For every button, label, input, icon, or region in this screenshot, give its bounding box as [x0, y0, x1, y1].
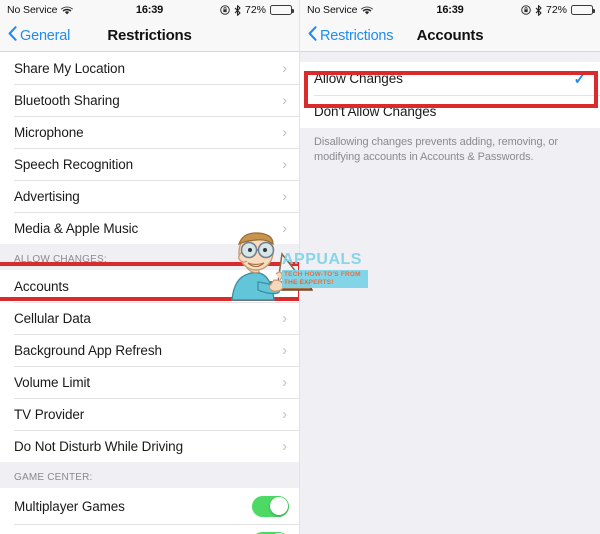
group-allow-changes: Accounts › Cellular Data › Background Ap… [0, 270, 299, 462]
battery-percent-label: 72% [545, 4, 567, 16]
battery-icon [571, 5, 595, 15]
battery-icon [270, 5, 294, 15]
status-right-group: 72% [521, 4, 595, 16]
page-title-restrictions: Restrictions [107, 27, 192, 44]
footnote-description: Disallowing changes prevents adding, rem… [300, 128, 600, 165]
row-media-apple-music[interactable]: Media & Apple Music › [0, 212, 299, 244]
chevron-right-icon: › [282, 309, 287, 327]
group-account-change-options: Allow Changes ✓ Don't Allow Changes [300, 62, 600, 128]
row-label: Speech Recognition [14, 156, 134, 172]
row-advertising[interactable]: Advertising › [0, 180, 299, 212]
list-top-spacer [300, 52, 600, 62]
checkmark-icon: ✓ [573, 70, 587, 88]
settings-list-left[interactable]: Share My Location › Bluetooth Sharing › … [0, 52, 299, 534]
chevron-right-icon: › [282, 59, 287, 77]
row-accounts[interactable]: Accounts › [0, 270, 299, 302]
bluetooth-icon [234, 4, 241, 16]
row-background-app-refresh[interactable]: Background App Refresh › [0, 334, 299, 366]
row-partial-next[interactable] [0, 524, 299, 534]
status-right-group: 72% [220, 4, 294, 16]
right-phone-screen: No Service 16:39 72% Restrictions Accoun… [300, 0, 600, 534]
row-multiplayer-games[interactable]: Multiplayer Games [0, 488, 299, 524]
row-label: Cellular Data [14, 310, 91, 326]
row-speech-recognition[interactable]: Speech Recognition › [0, 148, 299, 180]
row-label: Accounts [14, 278, 69, 294]
option-dont-allow-changes[interactable]: Don't Allow Changes [300, 95, 600, 128]
row-label: Volume Limit [14, 374, 91, 390]
toggle-knob [269, 497, 288, 515]
chevron-right-icon: › [282, 405, 287, 423]
chevron-right-icon: › [282, 373, 287, 391]
section-header-game-center: GAME CENTER: [0, 462, 299, 488]
page-title-accounts: Accounts [416, 27, 484, 44]
chevron-right-icon: › [282, 123, 287, 141]
rotation-lock-icon [521, 5, 531, 15]
row-cellular-data[interactable]: Cellular Data › [0, 302, 299, 334]
row-tv-provider[interactable]: TV Provider › [0, 398, 299, 430]
section-header-allow-changes: ALLOW CHANGES: [0, 244, 299, 270]
chevron-right-icon: › [282, 91, 287, 109]
left-phone-screen: No Service 16:39 72% General Restriction… [0, 0, 300, 534]
row-label: Bluetooth Sharing [14, 92, 120, 108]
row-label: Background App Refresh [14, 342, 162, 358]
battery-percent-label: 72% [244, 4, 266, 16]
chevron-right-icon: › [282, 155, 287, 173]
option-label: Allow Changes [314, 71, 403, 86]
settings-list-right[interactable]: Allow Changes ✓ Don't Allow Changes Disa… [300, 52, 600, 534]
row-label: Media & Apple Music [14, 220, 139, 236]
row-label: Share My Location [14, 60, 125, 76]
rotation-lock-icon [220, 5, 230, 15]
row-label: TV Provider [14, 406, 85, 422]
option-label: Don't Allow Changes [314, 104, 437, 119]
option-allow-changes[interactable]: Allow Changes ✓ [300, 62, 600, 95]
row-do-not-disturb-while-driving[interactable]: Do Not Disturb While Driving › [0, 430, 299, 462]
chevron-right-icon: › [282, 219, 287, 237]
status-bar-left: No Service 16:39 72% [0, 0, 299, 20]
nav-bar-left: General Restrictions [0, 20, 299, 52]
row-share-my-location[interactable]: Share My Location › [0, 52, 299, 84]
toggle-multiplayer-games[interactable] [252, 495, 289, 517]
chevron-right-icon: › [282, 341, 287, 359]
row-microphone[interactable]: Microphone › [0, 116, 299, 148]
row-label: Do Not Disturb While Driving [14, 438, 183, 454]
row-label: Multiplayer Games [14, 498, 125, 514]
row-bluetooth-sharing[interactable]: Bluetooth Sharing › [0, 84, 299, 116]
nav-bar-right: Restrictions Accounts [300, 20, 600, 52]
bluetooth-icon [535, 4, 542, 16]
group-privacy: Share My Location › Bluetooth Sharing › … [0, 52, 299, 244]
status-bar-right: No Service 16:39 72% [300, 0, 600, 20]
chevron-right-icon: › [282, 277, 287, 295]
row-label: Advertising [14, 188, 80, 204]
row-label: Microphone [14, 124, 84, 140]
group-game-center: Multiplayer Games [0, 488, 299, 534]
chevron-right-icon: › [282, 437, 287, 455]
chevron-right-icon: › [282, 187, 287, 205]
dual-screenshot-container: No Service 16:39 72% General Restriction… [0, 0, 600, 534]
row-volume-limit[interactable]: Volume Limit › [0, 366, 299, 398]
